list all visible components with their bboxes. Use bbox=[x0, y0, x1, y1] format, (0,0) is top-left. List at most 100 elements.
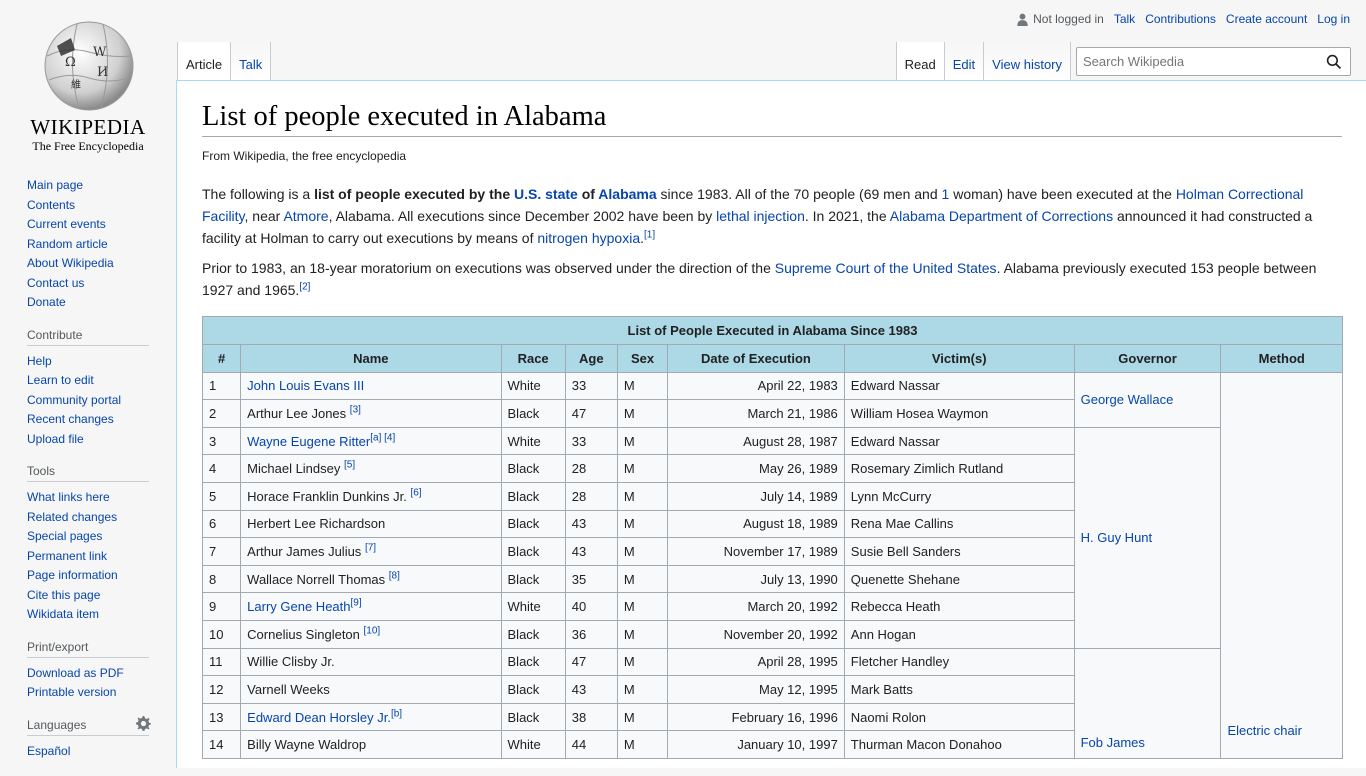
sidebar-main-link[interactable]: About Wikipedia bbox=[27, 256, 114, 270]
cell-sex: M bbox=[616, 509, 669, 539]
sidebar-tools-link[interactable]: What links here bbox=[27, 490, 110, 504]
table-row: 1 John Louis Evans III White 33 M April 22, 1… bbox=[201, 371, 1343, 759]
name-text: Willie Clisby Jr. bbox=[247, 654, 335, 670]
main-content: List of people executed in Alabama From … bbox=[176, 80, 1366, 768]
n-text: 11 bbox=[209, 654, 223, 670]
sidebar-main-item: Contact us bbox=[27, 274, 176, 294]
sidebar-main-link[interactable]: Random article bbox=[27, 237, 108, 251]
age-text: 38 bbox=[571, 709, 587, 725]
n-text: 7 bbox=[209, 543, 217, 559]
reference-link[interactable]: [2] bbox=[299, 281, 310, 292]
cell-race: White bbox=[500, 592, 566, 621]
sidebar-main-link[interactable]: Main page bbox=[27, 178, 83, 192]
sidebar-contribute-link[interactable]: Help bbox=[27, 354, 52, 368]
sidebar-tools-item: Cite this page bbox=[27, 586, 176, 606]
cell-race: White bbox=[500, 371, 566, 401]
contributions-link[interactable]: Contributions bbox=[1145, 12, 1216, 26]
table-row: 11 Willie Clisby Jr. Black 47 M April 28, 199… bbox=[201, 647, 1343, 759]
sidebar-tools-link[interactable]: Related changes bbox=[27, 510, 117, 524]
name-link[interactable]: Wayne Eugene Ritter bbox=[247, 434, 370, 449]
site-tagline: From Wikipedia, the free encyclopedia bbox=[202, 149, 407, 163]
sidebar-print-link[interactable]: Download as PDF bbox=[27, 666, 124, 680]
link-nitrogen-hypoxia[interactable]: nitrogen hypoxia bbox=[537, 230, 640, 246]
tab-talk[interactable]: Talk bbox=[231, 42, 272, 80]
n-text: 9 bbox=[209, 599, 217, 615]
link-supreme-court[interactable]: Supreme Court of the United States bbox=[775, 260, 997, 276]
sidebar-contribute-link[interactable]: Recent changes bbox=[27, 412, 114, 426]
cell-governor: Fob James bbox=[1073, 647, 1222, 759]
victim-text: Mark Batts bbox=[850, 681, 913, 697]
sidebar-main-link[interactable]: Current events bbox=[27, 217, 106, 231]
race-text: Black bbox=[507, 461, 540, 477]
age-text: 35 bbox=[571, 571, 587, 587]
reference-link[interactable]: [1] bbox=[644, 229, 655, 240]
sidebar-main-link[interactable]: Donate bbox=[27, 295, 66, 309]
sidebar-main-item: Random article bbox=[27, 235, 176, 255]
cell-date: May 26, 1989 bbox=[667, 454, 845, 483]
sidebar-contribute-link[interactable]: Learn to edit bbox=[27, 373, 94, 387]
sidebar-contribute-link[interactable]: Upload file bbox=[27, 432, 84, 446]
sidebar-main-link[interactable]: Contents bbox=[27, 198, 75, 212]
create-account-link[interactable]: Create account bbox=[1226, 12, 1307, 26]
name-text: Cornelius Singleton bbox=[247, 626, 360, 642]
search-input[interactable] bbox=[1077, 53, 1326, 70]
name-link[interactable]: John Louis Evans III bbox=[247, 378, 364, 393]
sidebar-tools-link[interactable]: Permanent link bbox=[27, 549, 107, 563]
log-in-link[interactable]: Log in bbox=[1317, 12, 1350, 26]
race-text: Black bbox=[507, 681, 540, 697]
link-us-state[interactable]: U.S. state bbox=[514, 186, 578, 202]
date-text: January 10, 1997 bbox=[737, 737, 838, 753]
sidebar-tools-link[interactable]: Page information bbox=[27, 568, 118, 582]
method-link[interactable]: Electric chair bbox=[1227, 723, 1301, 738]
reference-link[interactable]: [7] bbox=[365, 543, 376, 554]
search-icon[interactable] bbox=[1326, 54, 1342, 70]
gear-icon[interactable] bbox=[136, 715, 151, 731]
reference-link[interactable]: [10] bbox=[364, 625, 381, 636]
text: woman) have been executed at the bbox=[949, 186, 1176, 202]
wikipedia-logo[interactable]: Ω W И 維 Wikipedia The Free Encyclopedia bbox=[0, 0, 176, 160]
reference-link[interactable]: [8] bbox=[389, 570, 400, 581]
reference-link[interactable]: [b] bbox=[391, 708, 402, 719]
reference-link[interactable]: [5] bbox=[344, 460, 355, 471]
age-text: 33 bbox=[571, 378, 587, 394]
cell-sex: M bbox=[616, 564, 669, 594]
sidebar-tools-item: Special pages bbox=[27, 527, 176, 547]
name-link[interactable]: Larry Gene Heath bbox=[247, 599, 350, 614]
sidebar-main-link[interactable]: Contact us bbox=[27, 276, 84, 290]
sidebar-language-link[interactable]: Español bbox=[27, 744, 70, 758]
sidebar-contribute-link[interactable]: Community portal bbox=[27, 393, 121, 407]
cell-victim: Rosemary Zimlich Rutland bbox=[843, 454, 1075, 483]
text: . In 2021, the bbox=[804, 208, 890, 224]
cell-date: April 22, 1983 bbox=[667, 371, 845, 401]
governor-link[interactable]: Fob James bbox=[1081, 735, 1215, 750]
name-link[interactable]: Edward Dean Horsley Jr. bbox=[247, 710, 391, 725]
reference-link[interactable]: [a] [4] bbox=[370, 432, 395, 443]
link-alabama[interactable]: Alabama bbox=[598, 186, 656, 202]
sidebar-tools-link[interactable]: Cite this page bbox=[27, 588, 100, 602]
governor-link[interactable]: H. Guy Hunt bbox=[1081, 530, 1153, 545]
governor-link[interactable]: George Wallace bbox=[1081, 392, 1174, 407]
reference-link[interactable]: [9] bbox=[351, 598, 362, 609]
link-lethal-injection[interactable]: lethal injection bbox=[716, 208, 805, 224]
link-atmore[interactable]: Atmore bbox=[283, 208, 328, 224]
sidebar-main-item: Main page bbox=[27, 176, 176, 196]
svg-text:W: W bbox=[93, 45, 107, 60]
sidebar-tools-link[interactable]: Special pages bbox=[27, 529, 102, 543]
sidebar-tools-item: What links here bbox=[27, 488, 176, 508]
talk-link[interactable]: Talk bbox=[1114, 12, 1135, 26]
tab-article[interactable]: Article bbox=[177, 42, 232, 80]
text: The following is a bbox=[202, 186, 315, 202]
reference-link[interactable]: [6] bbox=[410, 487, 421, 498]
sidebar-tools-link[interactable]: Wikidata item bbox=[27, 607, 99, 621]
tab-read[interactable]: Read bbox=[895, 42, 945, 80]
tab-view-history[interactable]: View history bbox=[984, 42, 1071, 80]
intro-paragraph: The following is a list of people execut… bbox=[202, 183, 1332, 249]
link-adoc[interactable]: Alabama Department of Corrections bbox=[890, 208, 1113, 224]
cell-name: Varnell Weeks bbox=[240, 675, 502, 704]
reference-link[interactable]: [3] bbox=[350, 405, 361, 416]
print-heading: Print/export bbox=[27, 640, 149, 658]
sidebar-print-link[interactable]: Printable version bbox=[27, 685, 116, 699]
column-header: # bbox=[201, 344, 242, 373]
n-text: 5 bbox=[209, 488, 217, 504]
tab-edit[interactable]: Edit bbox=[944, 42, 985, 80]
